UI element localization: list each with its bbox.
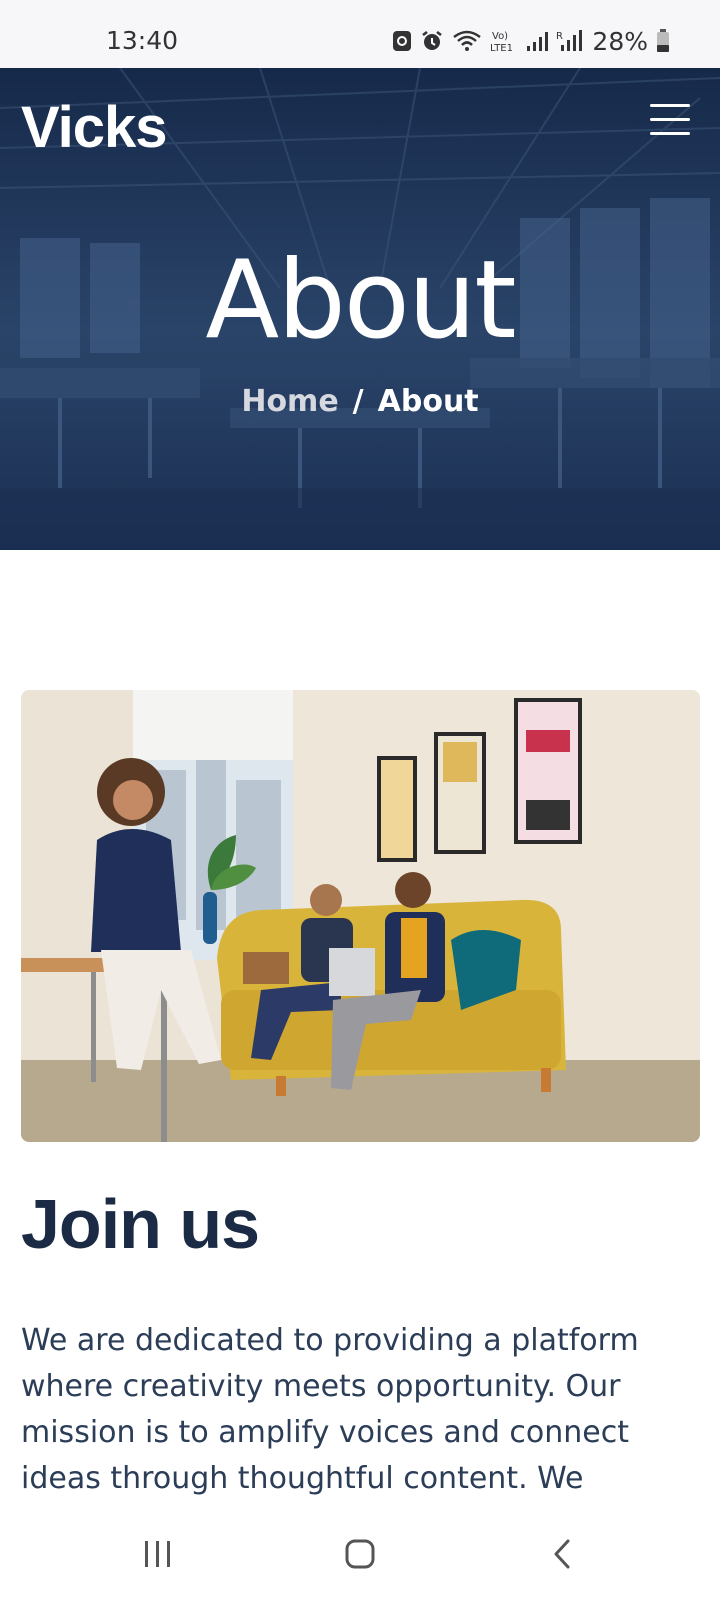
status-time: 13:40 [106,26,179,55]
breadcrumb-separator: / [352,384,364,419]
volte-icon: Vo) LTE1 [490,31,513,54]
hamburger-menu-icon[interactable] [650,104,692,138]
hero-banner: Vicks About Home / About [0,68,720,550]
svg-text:Vo): Vo) [492,31,508,42]
brand-logo[interactable]: Vicks [21,94,168,161]
lock-icon [393,31,412,51]
wifi-icon [453,30,482,51]
back-icon[interactable] [532,1534,592,1574]
svg-text:LTE1: LTE1 [490,43,513,54]
battery-icon [657,29,669,52]
signal-icon [527,32,549,51]
alarm-icon [422,31,443,50]
section-heading: Join us [21,1185,260,1263]
home-icon[interactable] [330,1534,390,1574]
section-paragraph: We are dedicated to providing a platform… [21,1323,639,1496]
recent-apps-icon[interactable] [128,1534,188,1574]
battery-percent: 28% [592,26,648,56]
status-bar: 13:40 Vo) LTE1 R 28% [0,0,720,68]
breadcrumb-home-link[interactable]: Home [241,384,338,419]
breadcrumb: Home / About [0,384,720,419]
svg-text:R: R [556,31,563,42]
team-photo [21,690,700,1142]
signal-roaming-icon: R [556,30,583,51]
status-icons: Vo) LTE1 R 28% [392,24,670,58]
system-navigation-bar [0,1500,720,1600]
team-photo-illustration [21,690,700,1142]
page-title: About [205,238,516,363]
breadcrumb-current: About [377,384,479,419]
